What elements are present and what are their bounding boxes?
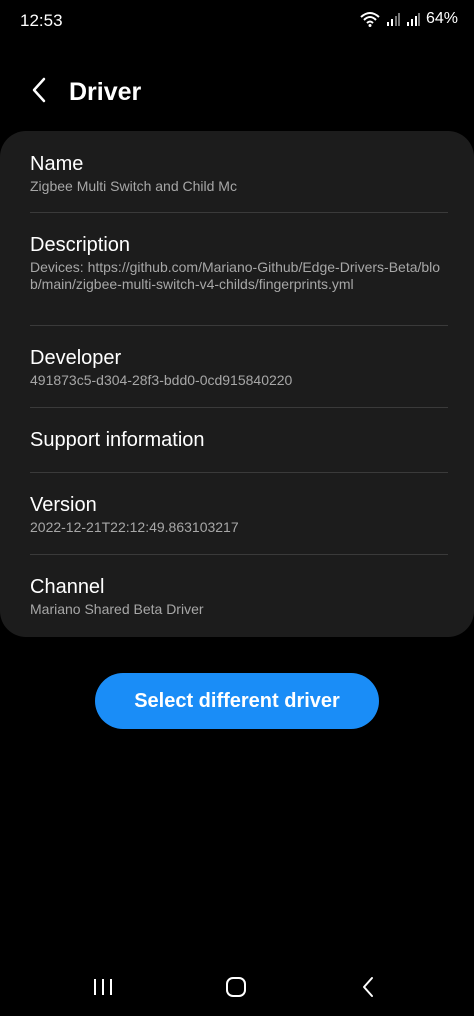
- signal-icon: [406, 12, 420, 26]
- name-label: Name: [30, 153, 84, 175]
- status-icons: 64%: [360, 10, 458, 28]
- select-different-driver-button[interactable]: Select different driver: [95, 673, 379, 729]
- developer-value: 491873c5-d304-28f3-bdd0-0cd915840220: [30, 372, 293, 388]
- recent-apps-icon: [92, 977, 114, 1002]
- description-row: Description Devices: https://github.com/…: [30, 233, 444, 293]
- support-information-row[interactable]: Support information: [30, 428, 444, 452]
- divider: [30, 472, 448, 473]
- driver-details-card: Name Zigbee Multi Switch and Child Mc De…: [0, 131, 474, 637]
- developer-label: Developer: [30, 347, 122, 369]
- version-row: Version 2022-12-21T22:12:49.863103217: [30, 493, 444, 536]
- divider: [30, 407, 448, 408]
- divider: [30, 325, 448, 326]
- page-title: Driver: [69, 78, 142, 106]
- name-row: Name Zigbee Multi Switch and Child Mc: [30, 152, 444, 195]
- divider: [30, 212, 448, 213]
- name-value: Zigbee Multi Switch and Child Mc: [30, 178, 237, 194]
- version-label: Version: [30, 494, 97, 516]
- divider: [30, 554, 448, 555]
- description-label: Description: [30, 234, 131, 256]
- status-bar: 12:53 64%: [0, 0, 474, 42]
- system-nav-bar: [0, 960, 474, 1016]
- battery-percentage: 64%: [425, 10, 458, 27]
- home-button[interactable]: [216, 974, 256, 1004]
- wifi-icon: [360, 11, 380, 27]
- home-icon: [225, 976, 247, 1003]
- support-information-label: Support information: [30, 429, 205, 451]
- version-value: 2022-12-21T22:12:49.863103217: [30, 519, 239, 535]
- channel-value: Mariano Shared Beta Driver: [30, 601, 204, 617]
- back-icon: [361, 976, 375, 1003]
- back-button[interactable]: [24, 76, 54, 108]
- system-back-button[interactable]: [348, 974, 388, 1004]
- signal-icon: [386, 12, 400, 26]
- description-value: Devices: https://github.com/Mariano-Gith…: [30, 259, 441, 292]
- status-time: 12:53: [20, 11, 63, 30]
- channel-label: Channel: [30, 576, 105, 598]
- chevron-left-icon: [31, 77, 47, 108]
- recent-apps-button[interactable]: [83, 974, 123, 1004]
- channel-row: Channel Mariano Shared Beta Driver: [30, 575, 444, 618]
- developer-row: Developer 491873c5-d304-28f3-bdd0-0cd915…: [30, 346, 444, 389]
- app-header: Driver: [0, 66, 474, 118]
